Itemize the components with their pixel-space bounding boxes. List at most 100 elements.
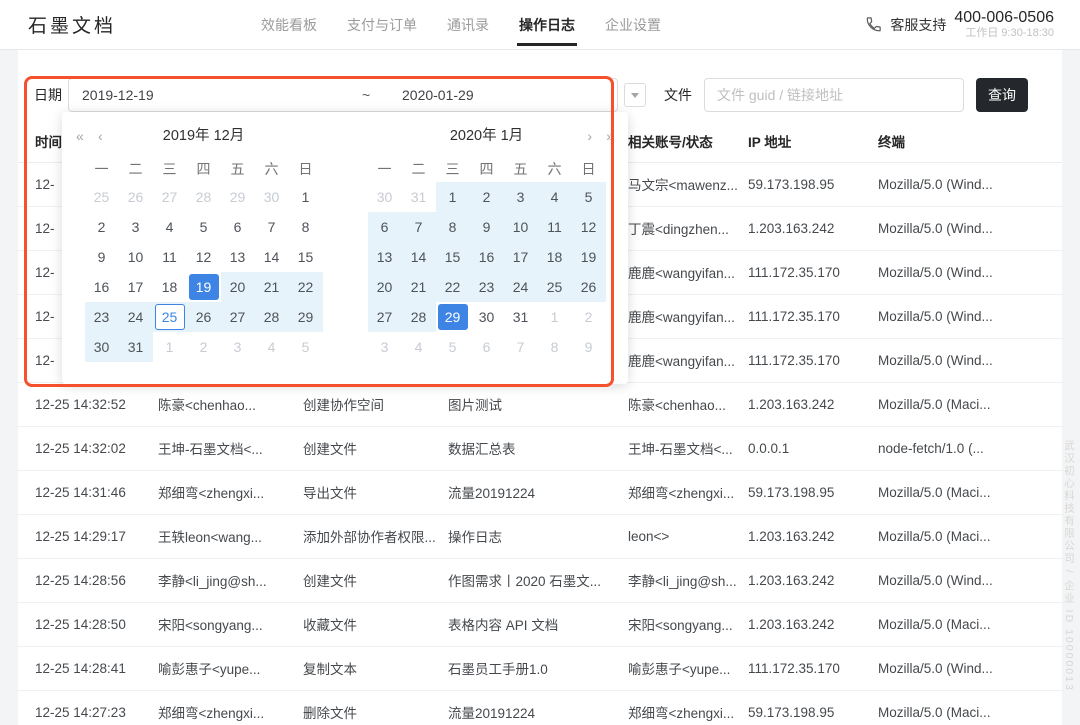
calendar-day[interactable]: 1 [436, 182, 470, 212]
calendar-day[interactable]: 31 [119, 332, 153, 362]
calendar-day[interactable]: 26 [187, 302, 221, 332]
calendar-day[interactable]: 22 [436, 272, 470, 302]
calendar-day[interactable]: 3 [368, 332, 402, 362]
calendar-day[interactable]: 17 [119, 272, 153, 302]
prev-year-icon[interactable]: « [76, 126, 84, 146]
calendar-day[interactable]: 10 [504, 212, 538, 242]
calendar-day[interactable]: 4 [538, 182, 572, 212]
calendar-day[interactable]: 6 [221, 212, 255, 242]
table-row[interactable]: 12-25 14:31:46郑细弯<zhengxi...导出文件流量201912… [18, 470, 1062, 514]
calendar-day[interactable]: 2 [187, 332, 221, 362]
calendar-day[interactable]: 19 [187, 272, 221, 302]
calendar-day[interactable]: 7 [504, 332, 538, 362]
calendar-day[interactable]: 7 [255, 212, 289, 242]
calendar-day[interactable]: 30 [368, 182, 402, 212]
calendar-day[interactable]: 11 [153, 242, 187, 272]
calendar-day[interactable]: 1 [538, 302, 572, 332]
calendar-day[interactable]: 30 [85, 332, 119, 362]
calendar-day[interactable]: 5 [289, 332, 323, 362]
nav-item-active[interactable]: 操作日志 [504, 0, 590, 50]
calendar-day[interactable]: 2 [470, 182, 504, 212]
table-row[interactable]: 12-25 14:28:50宋阳<songyang...收藏文件表格内容 API… [18, 602, 1062, 646]
calendar-day[interactable]: 2 [572, 302, 606, 332]
calendar-day[interactable]: 3 [504, 182, 538, 212]
calendar-day[interactable]: 30 [255, 182, 289, 212]
next-year-icon[interactable]: » [606, 126, 614, 146]
calendar-day[interactable]: 27 [153, 182, 187, 212]
calendar-day[interactable]: 5 [436, 332, 470, 362]
calendar-day[interactable]: 16 [470, 242, 504, 272]
calendar-day[interactable]: 15 [436, 242, 470, 272]
table-row[interactable]: 12-25 14:27:23郑细弯<zhengxi...删除文件流量201912… [18, 690, 1062, 725]
calendar-day[interactable]: 1 [153, 332, 187, 362]
calendar-day[interactable]: 23 [470, 272, 504, 302]
calendar-day[interactable]: 6 [470, 332, 504, 362]
file-guid-input[interactable] [704, 78, 964, 112]
calendar-day[interactable]: 24 [119, 302, 153, 332]
calendar-day[interactable]: 5 [572, 182, 606, 212]
calendar-day[interactable]: 18 [153, 272, 187, 302]
calendar-day[interactable]: 26 [119, 182, 153, 212]
calendar-day[interactable]: 23 [85, 302, 119, 332]
calendar-day[interactable]: 7 [402, 212, 436, 242]
calendar-day[interactable]: 22 [289, 272, 323, 302]
calendar-day[interactable]: 10 [119, 242, 153, 272]
calendar-day[interactable]: 12 [572, 212, 606, 242]
calendar-day[interactable]: 9 [85, 242, 119, 272]
calendar-day[interactable]: 18 [538, 242, 572, 272]
calendar-day[interactable]: 8 [436, 212, 470, 242]
calendar-day[interactable]: 4 [255, 332, 289, 362]
calendar-day[interactable]: 25 [538, 272, 572, 302]
calendar-day[interactable]: 29 [289, 302, 323, 332]
calendar-day[interactable]: 27 [368, 302, 402, 332]
calendar-day[interactable]: 12 [187, 242, 221, 272]
nav-item-link[interactable]: 通讯录 [432, 0, 504, 50]
next-month-icon[interactable]: › [587, 126, 592, 146]
nav-item-link[interactable]: 支付与订单 [332, 0, 432, 50]
calendar-day[interactable]: 21 [402, 272, 436, 302]
calendar-day[interactable]: 3 [119, 212, 153, 242]
calendar-day[interactable]: 25 [85, 182, 119, 212]
nav-item-link[interactable]: 效能看板 [246, 0, 332, 50]
calendar-day[interactable]: 13 [221, 242, 255, 272]
calendar-day[interactable]: 20 [221, 272, 255, 302]
calendar-day[interactable]: 14 [255, 242, 289, 272]
table-row[interactable]: 12-25 14:32:02王坤-石墨文档<...创建文件数据汇总表王坤-石墨文… [18, 426, 1062, 470]
calendar-day[interactable]: 27 [221, 302, 255, 332]
table-row[interactable]: 12-25 14:28:41喻彭惠子<yupe...复制文本石墨员工手册1.0喻… [18, 646, 1062, 690]
calendar-day[interactable]: 28 [255, 302, 289, 332]
calendar-day[interactable]: 17 [504, 242, 538, 272]
prev-month-icon[interactable]: ‹ [98, 126, 103, 146]
calendar-day[interactable]: 21 [255, 272, 289, 302]
calendar-day[interactable]: 8 [538, 332, 572, 362]
calendar-day[interactable]: 5 [187, 212, 221, 242]
calendar-day[interactable]: 26 [572, 272, 606, 302]
calendar-day[interactable]: 1 [289, 182, 323, 212]
date-range-end[interactable]: 2020-01-29 [402, 87, 474, 103]
table-row[interactable]: 12-25 14:29:17王轶leon<wang...添加外部协作者权限...… [18, 514, 1062, 558]
calendar-day[interactable]: 2 [85, 212, 119, 242]
date-range-start[interactable]: 2019-12-19 [82, 87, 362, 103]
calendar-day[interactable]: 3 [221, 332, 255, 362]
calendar-day[interactable]: 29 [436, 302, 470, 332]
calendar-day[interactable]: 19 [572, 242, 606, 272]
date-range-input[interactable]: 2019-12-19 ~ 2020-01-29 [68, 78, 618, 112]
calendar-day[interactable]: 16 [85, 272, 119, 302]
calendar-day[interactable]: 31 [402, 182, 436, 212]
calendar-day[interactable]: 29 [221, 182, 255, 212]
calendar-day[interactable]: 30 [470, 302, 504, 332]
calendar-day[interactable]: 11 [538, 212, 572, 242]
nav-item-link[interactable]: 企业设置 [590, 0, 676, 50]
calendar-day[interactable]: 24 [504, 272, 538, 302]
calendar-day[interactable]: 15 [289, 242, 323, 272]
query-button[interactable]: 查询 [976, 78, 1028, 112]
calendar-day[interactable]: 13 [368, 242, 402, 272]
calendar-day[interactable]: 4 [153, 212, 187, 242]
calendar-day[interactable]: 31 [504, 302, 538, 332]
calendar-day[interactable]: 9 [572, 332, 606, 362]
table-row[interactable]: 12-25 14:32:52陈豪<chenhao...创建协作空间图片测试陈豪<… [18, 382, 1062, 426]
calendar-day[interactable]: 20 [368, 272, 402, 302]
date-preset-select[interactable] [624, 83, 646, 107]
calendar-day[interactable]: 25 [153, 302, 187, 332]
calendar-day[interactable]: 6 [368, 212, 402, 242]
